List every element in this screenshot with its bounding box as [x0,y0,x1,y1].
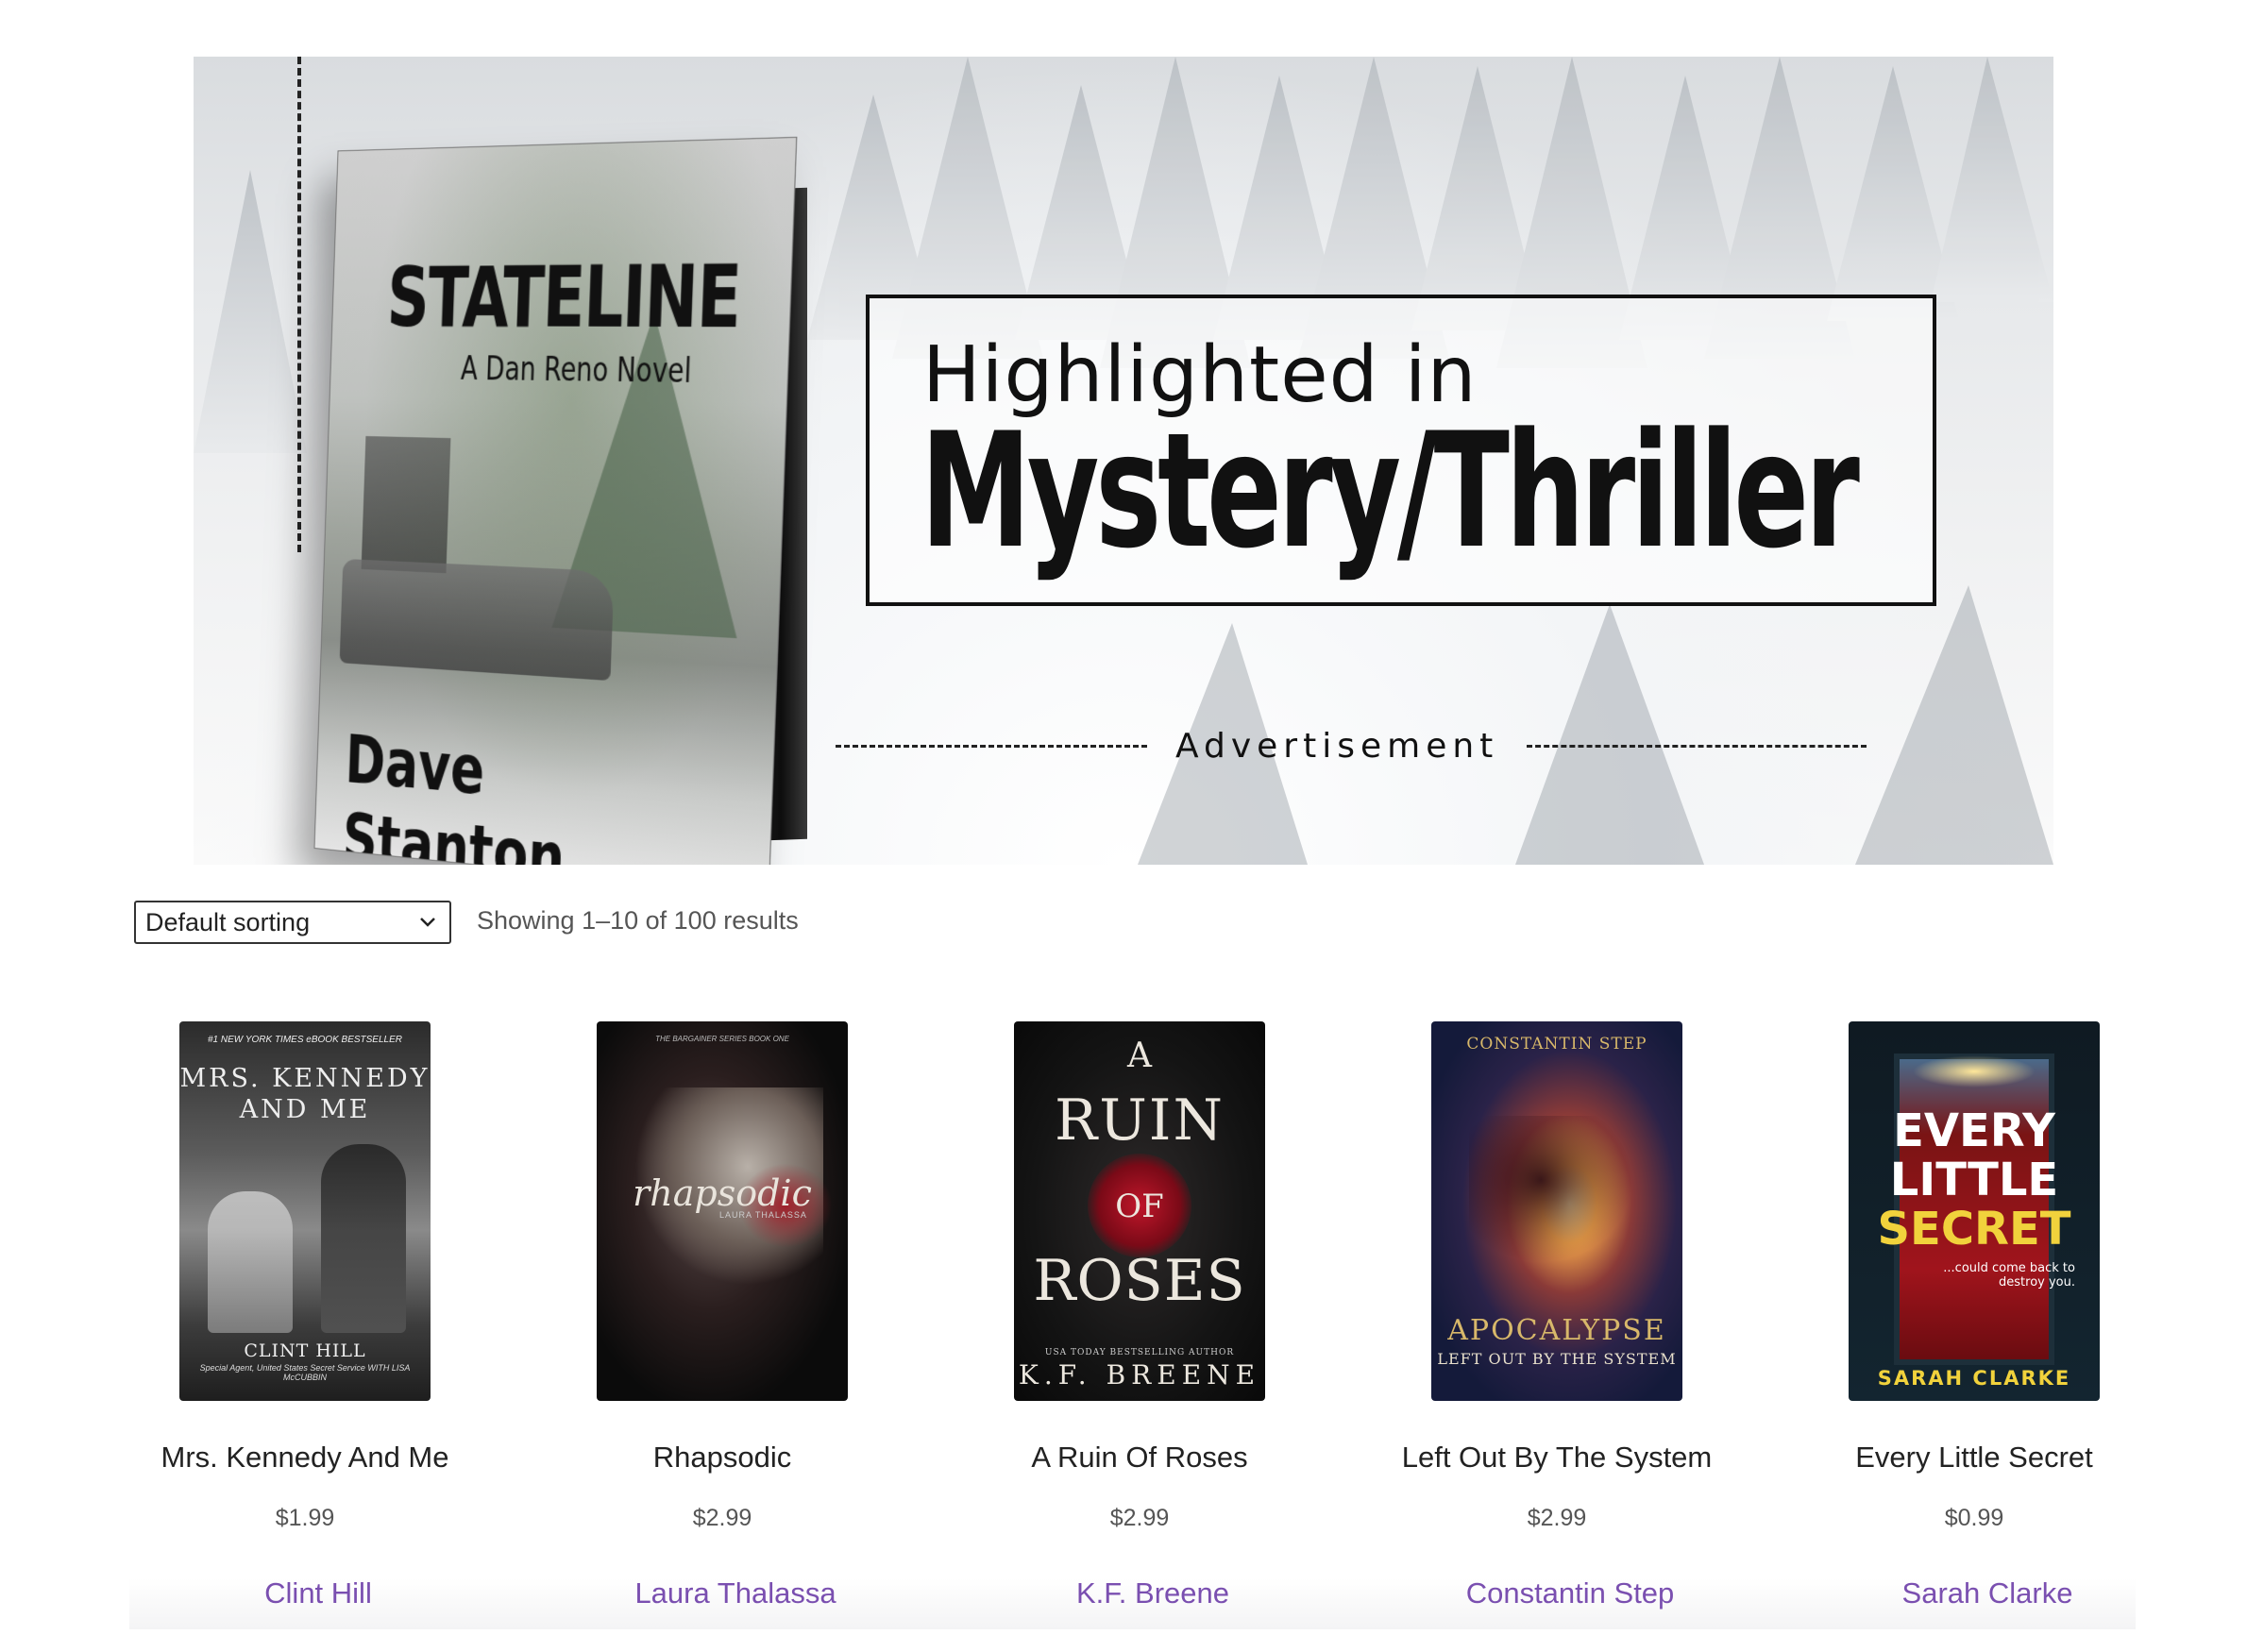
product-author-link[interactable]: Sarah Clarke [1793,1576,2182,1610]
product-card[interactable]: EVERY LITTLE SECRET ...could come back t… [1799,991,2216,1629]
dashed-divider [836,744,1147,748]
product-price: $2.99 [692,1505,752,1531]
cover-text: ROSES [1033,1248,1246,1314]
book-cover-subtitle: A Dan Reno Novel [460,348,693,392]
cover-text: K.F. BREENE [1018,1359,1261,1391]
cover-text: EVERY [1893,1104,2055,1157]
cover-text: CLINT HILL [244,1340,366,1361]
cover-text: #1 NEW YORK TIMES eBOOK BESTSELLER [208,1035,402,1045]
cover-text: APOCALYPSE [1447,1314,1666,1347]
cover-text: CONSTANTIN STEP [1466,1035,1647,1054]
cover-text: RUIN [1055,1087,1225,1154]
product-title[interactable]: Rhapsodic [528,1441,917,1475]
product-card[interactable]: #1 NEW YORK TIMES eBOOK BESTSELLER MRS. … [129,991,547,1629]
product-title[interactable]: Left Out By The System [1362,1441,1751,1475]
product-title[interactable]: Every Little Secret [1780,1441,2169,1475]
product-price: $2.99 [1109,1505,1170,1531]
product-card[interactable]: THE BARGAINER SERIES BOOK ONE rhapsodic … [547,991,964,1629]
cover-text: ...could come back to destroy you. [1943,1261,2075,1290]
advertisement-label: Advertisement [1175,726,1499,766]
cover-text: THE BARGAINER SERIES BOOK ONE [655,1035,789,1043]
sort-selected-value: Default sorting [145,907,311,936]
cover-text: LEFT OUT BY THE SYSTEM [1437,1350,1677,1368]
cover-text: Special Agent, United States Secret Serv… [199,1363,411,1382]
cover-text: USA TODAY BESTSELLING AUTHOR [1044,1348,1235,1357]
product-cover-image[interactable]: THE BARGAINER SERIES BOOK ONE rhapsodic … [597,1021,848,1401]
highlight-box: Highlighted in Mystery/Thriller [866,295,1936,606]
product-price: $2.99 [1527,1505,1587,1531]
product-price: $1.99 [275,1505,335,1531]
book-cover-author: Dave Stanton [341,719,566,865]
cover-text: SARAH CLARKE [1877,1367,2071,1390]
product-cover-image[interactable]: EVERY LITTLE SECRET ...could come back t… [1849,1021,2100,1401]
product-author-link[interactable]: Clint Hill [124,1576,513,1610]
book-cover-title: STATELINE [385,245,742,348]
cover-text: LITTLE [1889,1154,2059,1206]
product-cover-image[interactable]: A RUIN OF ROSES USA TODAY BESTSELLING AU… [1014,1021,1265,1401]
product-title[interactable]: Mrs. Kennedy And Me [110,1441,499,1475]
product-author-link[interactable]: K.F. Breene [958,1576,1347,1610]
sort-select[interactable]: Default sorting [134,901,451,944]
product-grid: #1 NEW YORK TIMES eBOOK BESTSELLER MRS. … [129,991,2136,1629]
product-author-link[interactable]: Laura Thalassa [541,1576,930,1610]
advertisement-banner[interactable]: STATELINE A Dan Reno Novel Dave Stanton … [194,57,2053,865]
cover-text: rhapsodic [633,1172,812,1214]
product-title[interactable]: A Ruin Of Roses [945,1441,1334,1475]
cover-text: LAURA THALASSA [719,1210,807,1220]
cover-text: OF [1115,1188,1164,1225]
product-card[interactable]: CONSTANTIN STEP APOCALYPSE LEFT OUT BY T… [1381,991,1799,1629]
product-card[interactable]: A RUIN OF ROSES USA TODAY BESTSELLING AU… [964,991,1381,1629]
cover-text: MRS. KENNEDY AND ME [179,1064,431,1124]
cover-text: A [1127,1037,1152,1075]
product-author-link[interactable]: Constantin Step [1376,1576,1765,1610]
product-price: $0.99 [1944,1505,2004,1531]
featured-book-cover: STATELINE A Dan Reno Novel Dave Stanton [313,136,817,865]
chevron-down-icon [420,918,435,927]
product-cover-image[interactable]: CONSTANTIN STEP APOCALYPSE LEFT OUT BY T… [1431,1021,1682,1401]
highlight-genre: Mystery/Thriller [921,398,1860,583]
advertisement-label-row: Advertisement [836,717,2053,774]
dashed-divider [1527,744,1867,748]
result-count: Showing 1–10 of 100 results [477,906,799,935]
product-cover-image[interactable]: #1 NEW YORK TIMES eBOOK BESTSELLER MRS. … [179,1021,431,1401]
cover-text: SECRET [1877,1203,2071,1256]
dashed-divider [297,57,301,552]
